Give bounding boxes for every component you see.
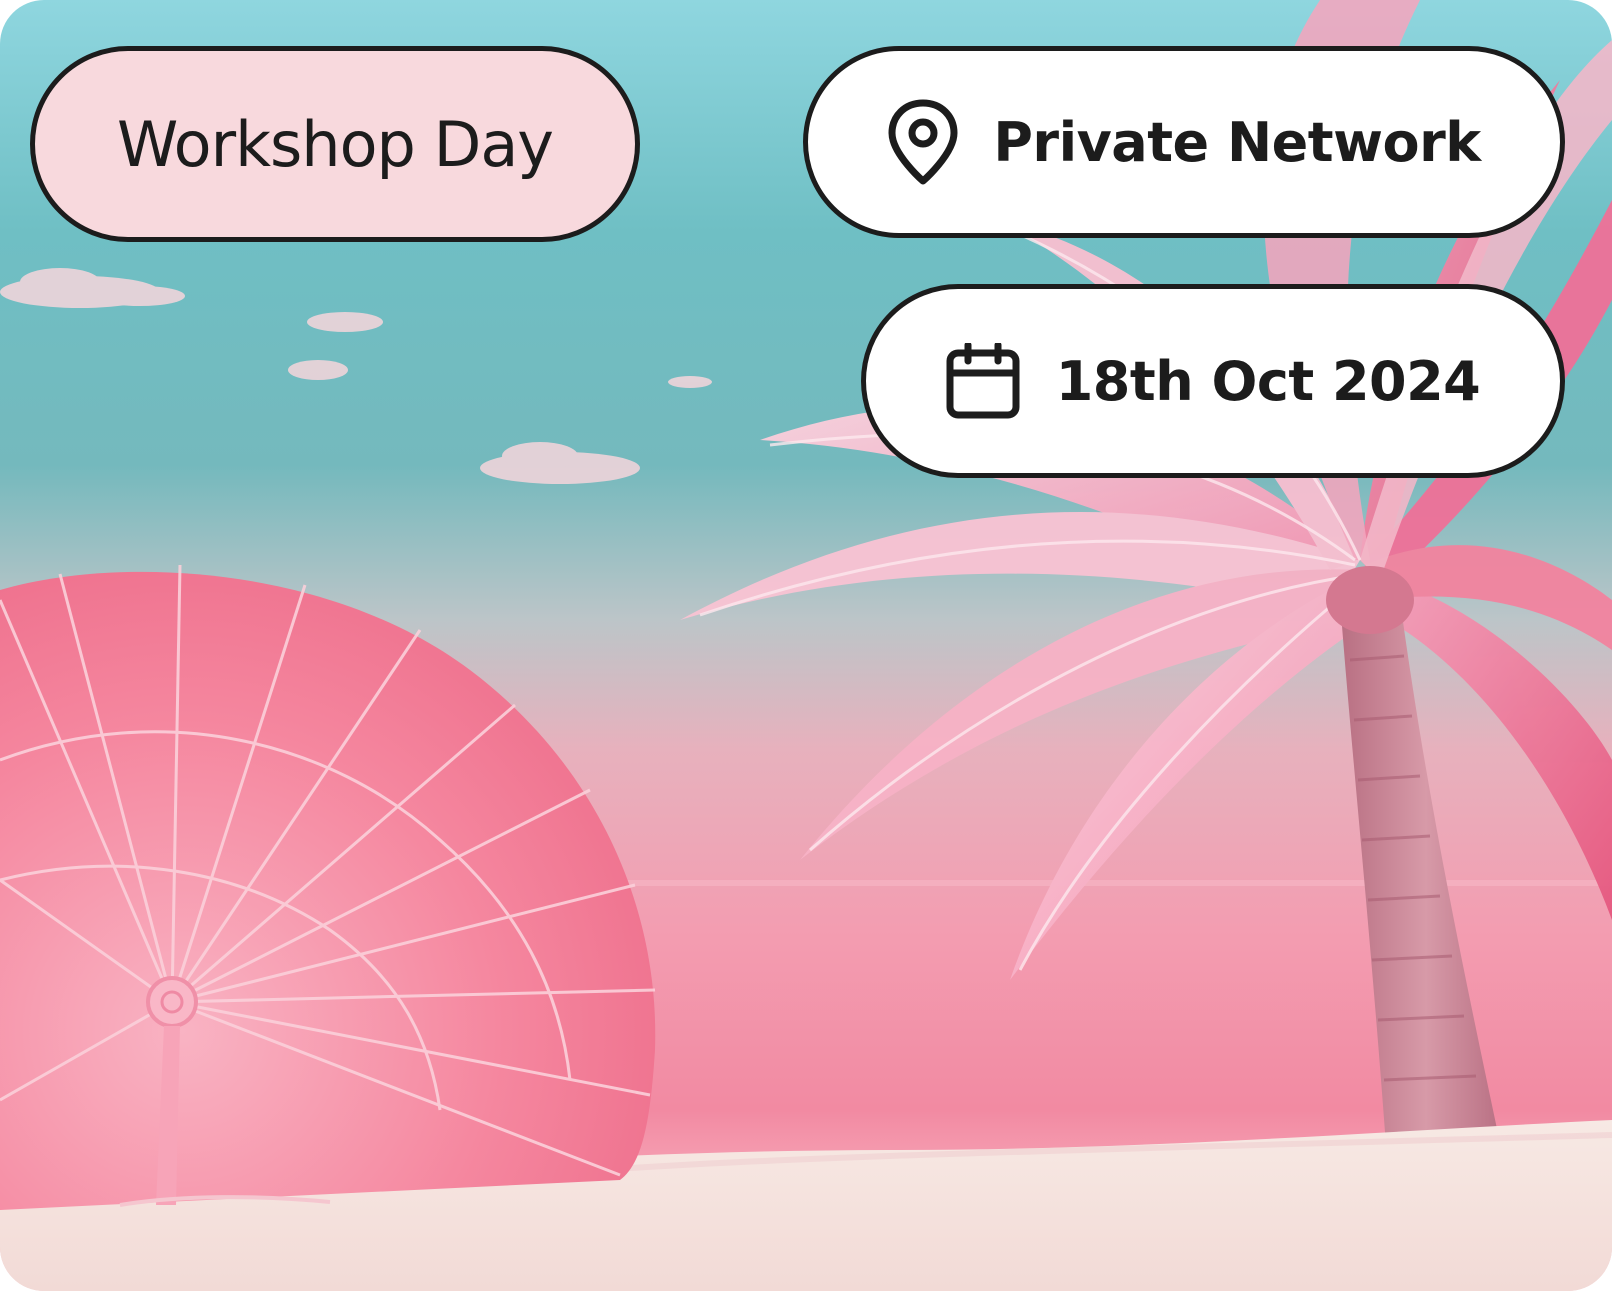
- event-title-pill: Workshop Day: [30, 46, 640, 242]
- date-label: 18th Oct 2024: [1055, 349, 1481, 413]
- location-label: Private Network: [993, 110, 1481, 174]
- calendar-icon: [946, 343, 1020, 419]
- map-pin-icon: [887, 99, 959, 185]
- event-card: Workshop Day Private Network 18th Oct 20…: [0, 0, 1612, 1291]
- location-pill: Private Network: [803, 46, 1565, 238]
- date-pill: 18th Oct 2024: [861, 284, 1565, 478]
- event-title: Workshop Day: [116, 107, 554, 181]
